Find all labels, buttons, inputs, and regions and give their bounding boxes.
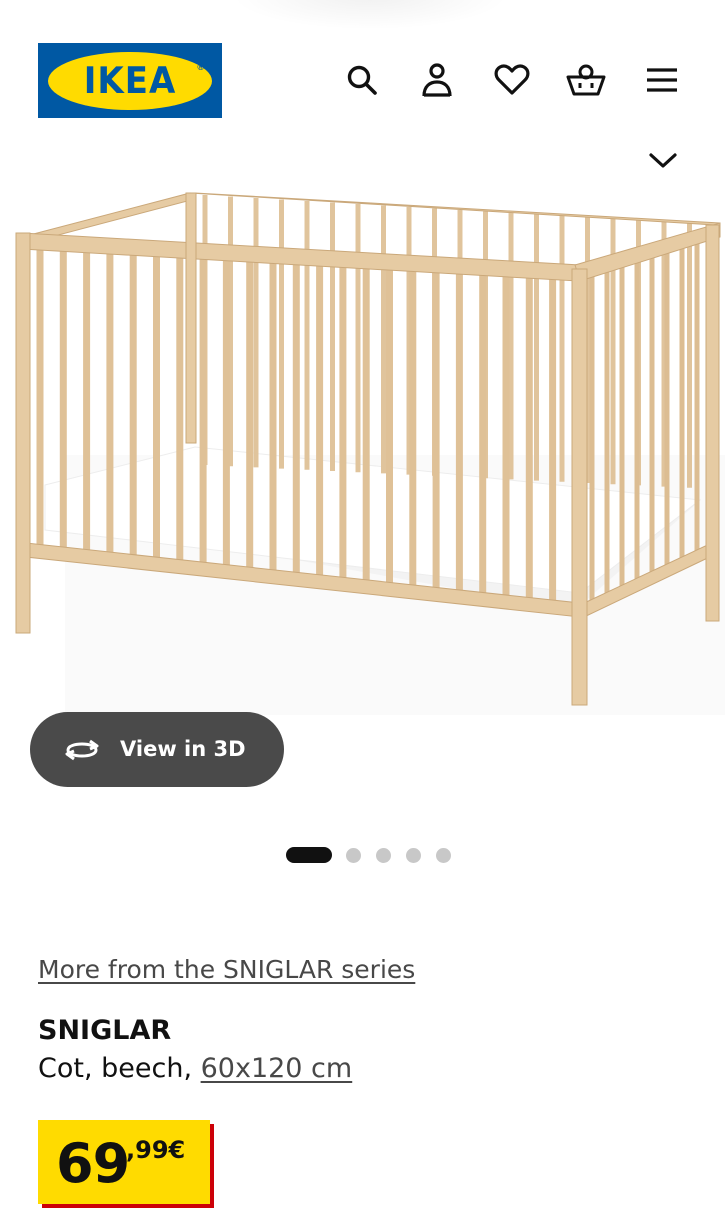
basket-icon [566, 64, 606, 96]
size-link[interactable]: 60x120 cm [201, 1053, 353, 1084]
gallery-pagination [286, 847, 456, 863]
series-link[interactable]: More from the SNIGLAR series [38, 955, 415, 984]
account-button[interactable] [417, 60, 457, 100]
menu-icon [647, 68, 677, 92]
product-description: Cot, beech, 60x120 cm [38, 1053, 352, 1084]
ikea-logo[interactable]: IKEA ® [38, 43, 222, 118]
heart-icon [494, 64, 530, 95]
search-icon [347, 65, 377, 95]
gallery-dot-active[interactable] [286, 847, 332, 863]
rotate-3d-icon [65, 739, 99, 761]
search-button[interactable] [342, 60, 382, 100]
gallery-dot[interactable] [346, 848, 361, 863]
wishlist-button[interactable] [492, 60, 532, 100]
chevron-down-icon [649, 153, 677, 168]
menu-button[interactable] [642, 60, 682, 100]
gallery-dot[interactable] [406, 848, 421, 863]
top-shadow [230, 0, 510, 30]
logo-text: IKEA [83, 58, 177, 103]
view-in-3d-label: View in 3D [120, 737, 246, 761]
price-tag: 69 ,99€ [38, 1120, 210, 1204]
gallery-dot[interactable] [376, 848, 391, 863]
site-header: IKEA ® [0, 0, 726, 140]
product-image-crib[interactable] [0, 185, 726, 715]
crib-illustration [15, 192, 725, 715]
view-in-3d-button[interactable]: View in 3D [30, 712, 284, 787]
logo-registered-mark: ® [197, 61, 204, 72]
user-icon [422, 63, 452, 97]
gallery-dot[interactable] [436, 848, 451, 863]
product-description-text: Cot, beech, [38, 1053, 201, 1084]
logo-oval: IKEA ® [48, 51, 212, 110]
price-decimal: ,99€ [126, 1136, 186, 1164]
expand-chevron-button[interactable] [644, 146, 682, 176]
product-name: SNIGLAR [38, 1015, 172, 1046]
cart-button[interactable] [566, 60, 606, 100]
price-integer: 69 [56, 1132, 130, 1195]
